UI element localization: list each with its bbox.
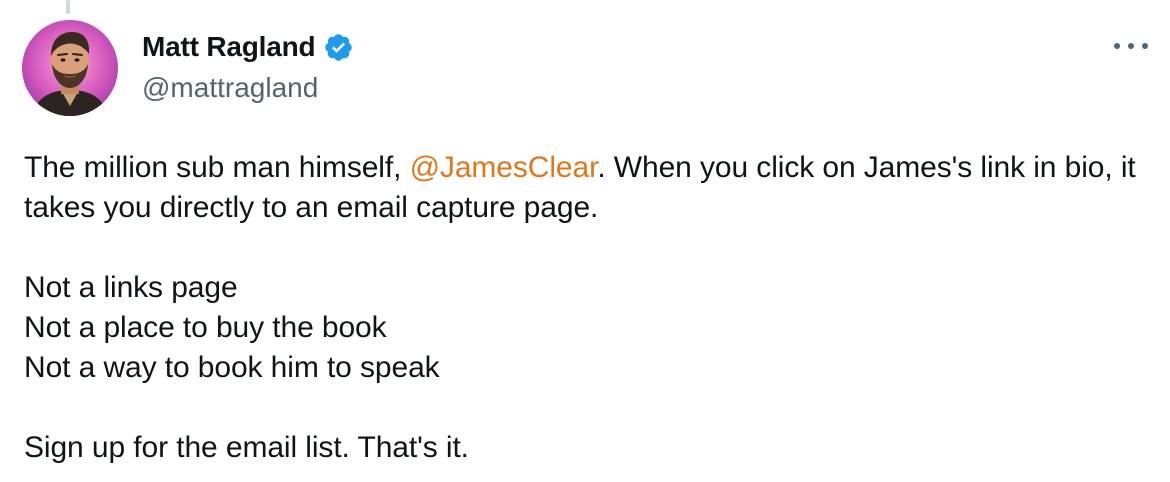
more-dot — [1128, 43, 1134, 49]
tweet-header: Matt Ragland @mattragland — [142, 28, 354, 104]
tweet-list-item: Not a way to book him to speak — [24, 351, 440, 384]
more-dot — [1114, 43, 1120, 49]
thread-connector-line — [66, 0, 70, 14]
tweet-paragraph-closing: Sign up for the email list. That's it. — [24, 431, 469, 464]
tweet-paragraph-intro: The million sub man himself, @JamesClear… — [24, 148, 1149, 228]
author-handle[interactable]: @mattragland — [142, 72, 354, 104]
more-options-icon[interactable] — [1114, 36, 1148, 56]
tweet-text-segment: The million sub man himself, — [24, 151, 410, 184]
tweet-list-item: Not a links page — [24, 271, 238, 304]
tweet-list-item: Not a place to buy the book — [24, 311, 387, 344]
author-display-name[interactable]: Matt Ragland — [142, 31, 316, 63]
tweet-text: The million sub man himself, @JamesClear… — [24, 148, 1149, 468]
more-dot — [1142, 43, 1148, 49]
author-name-row: Matt Ragland — [142, 28, 354, 66]
mention-link[interactable]: @JamesClear — [410, 151, 598, 184]
avatar[interactable] — [22, 20, 118, 116]
verified-badge-icon — [323, 32, 354, 63]
